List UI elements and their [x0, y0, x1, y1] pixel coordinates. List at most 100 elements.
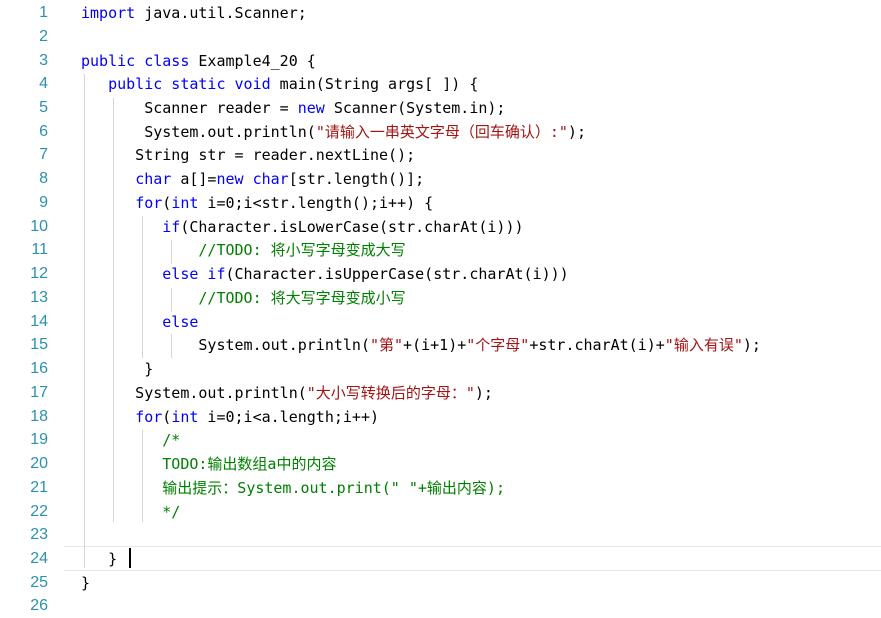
- line-number: 7: [39, 146, 48, 163]
- code-line[interactable]: 10 if(Character.isLowerCase(str.charAt(i…: [0, 215, 881, 239]
- code-text: String str = reader.nextLine();: [81, 143, 415, 167]
- code-line[interactable]: 2: [0, 25, 881, 49]
- code-token: System.out.println(: [81, 336, 370, 354]
- keyword-token: for: [135, 194, 163, 212]
- code-line[interactable]: 9 for(int i=0;i<str.length();i++) {: [0, 191, 881, 215]
- keyword-token: char: [252, 170, 289, 188]
- code-line[interactable]: 7 String str = reader.nextLine();: [0, 143, 881, 167]
- comment-token: //TODO: 将大写字母变成小写: [198, 289, 406, 307]
- line-number: 3: [39, 52, 48, 69]
- code-token: (: [162, 194, 172, 212]
- code-line[interactable]: 26: [0, 594, 881, 618]
- line-number: 24: [30, 550, 48, 567]
- code-text: if(Character.isLowerCase(str.charAt(i))): [81, 215, 524, 239]
- keyword-token: public class: [81, 52, 190, 70]
- code-line[interactable]: 23: [0, 523, 881, 547]
- text-cursor: [129, 548, 131, 568]
- code-line[interactable]: 20 TODO:输出数组a中的内容: [0, 452, 881, 476]
- line-number: 14: [30, 313, 48, 330]
- code-token: }: [81, 550, 127, 568]
- code-token: i=: [198, 408, 226, 426]
- code-token: )+: [448, 336, 467, 354]
- number-token: 0: [225, 408, 235, 426]
- number-token: 1: [439, 336, 449, 354]
- code-line[interactable]: 4 public static void main(String args[ ]…: [0, 72, 881, 96]
- string-token: "个字母": [466, 336, 530, 354]
- code-line[interactable]: 17 System.out.println("大小写转换后的字母：");: [0, 381, 881, 405]
- code-text: */: [81, 500, 180, 524]
- keyword-token: if: [162, 218, 181, 236]
- code-line[interactable]: 1 import java.util.Scanner;: [0, 1, 881, 25]
- line-number: 8: [39, 170, 48, 187]
- keyword-token: new: [297, 99, 325, 117]
- code-line[interactable]: 16 }: [0, 357, 881, 381]
- keyword-token: int: [171, 408, 199, 426]
- number-token: 0: [225, 194, 235, 212]
- code-text: //TODO: 将大写字母变成小写: [81, 286, 406, 310]
- code-text: import java.util.Scanner;: [81, 1, 307, 25]
- line-number: 16: [30, 360, 48, 377]
- keyword-token: char: [135, 170, 172, 188]
- code-text: char a[]=new char[str.length()];: [81, 167, 424, 191]
- code-text: }: [81, 547, 126, 571]
- code-token: [str.length()];: [288, 170, 425, 188]
- code-line[interactable]: 11 //TODO: 将小写字母变成大写: [0, 238, 881, 262]
- code-text: 输出提示：System.out.print(" "+输出内容);: [81, 476, 505, 500]
- code-line[interactable]: 6 System.out.println("请输入一串英文字母（回车确认）:")…: [0, 120, 881, 144]
- code-token: }: [81, 360, 154, 378]
- code-line[interactable]: 18 for(int i=0;i<a.length;i++): [0, 405, 881, 429]
- code-token: );: [474, 384, 493, 402]
- code-text: TODO:输出数组a中的内容: [81, 452, 336, 476]
- code-line[interactable]: 5 Scanner reader = new Scanner(System.in…: [0, 96, 881, 120]
- code-editor[interactable]: 1 import java.util.Scanner; 2 3 public class…: [0, 0, 881, 614]
- code-text: }: [81, 357, 153, 381]
- code-line[interactable]: 13 //TODO: 将大写字母变成小写: [0, 286, 881, 310]
- keyword-token: else: [162, 313, 199, 331]
- code-text: else: [81, 310, 198, 334]
- code-token: (Character.isLowerCase(str.charAt(i))): [180, 218, 524, 236]
- comment-token: //TODO: 将小写字母变成大写: [198, 241, 406, 259]
- code-line[interactable]: 3 public class Example4_20 {: [0, 49, 881, 73]
- comment-token: /*: [162, 431, 181, 449]
- line-number: 23: [30, 526, 48, 543]
- line-number: 20: [30, 455, 48, 472]
- line-number: 25: [30, 574, 48, 591]
- comment-token: */: [162, 503, 181, 521]
- code-line[interactable]: 21 输出提示：System.out.print(" "+输出内容);: [0, 476, 881, 500]
- code-line[interactable]: 25}: [0, 571, 881, 595]
- code-token: java.util.Scanner;: [135, 4, 307, 22]
- line-number: 13: [30, 289, 48, 306]
- code-line[interactable]: 22 */: [0, 500, 881, 524]
- code-line[interactable]: 15 System.out.println("第"+(i+1)+"个字母"+st…: [0, 333, 881, 357]
- code-line[interactable]: 12 else if(Character.isUpperCase(str.cha…: [0, 262, 881, 286]
- code-token: ;i<a.length;i++): [234, 408, 380, 426]
- code-token: String str = reader.nextLine();: [81, 146, 416, 164]
- code-line[interactable]: 24 }: [0, 547, 881, 571]
- line-number: 5: [39, 99, 48, 116]
- keyword-token: import: [81, 4, 136, 22]
- keyword-token: new: [216, 170, 244, 188]
- code-token: (Character.isUpperCase(str.charAt(i))): [225, 265, 569, 283]
- comment-token: 输出提示：System.out.print(" "+输出内容);: [162, 479, 505, 497]
- code-text: public static void main(String args[ ]) …: [81, 72, 478, 96]
- line-number: 9: [39, 194, 48, 211]
- code-text: Scanner reader = new Scanner(System.in);: [81, 96, 505, 120]
- code-token: Example4_20 {: [189, 52, 316, 70]
- line-number: 2: [39, 28, 48, 45]
- code-line[interactable]: 8 char a[]=new char[str.length()];: [0, 167, 881, 191]
- code-token: );: [567, 123, 586, 141]
- string-token: "请输入一串英文字母（回车确认）:": [315, 123, 568, 141]
- comment-token: TODO:输出数组a中的内容: [162, 455, 337, 473]
- code-line[interactable]: 19 /*: [0, 428, 881, 452]
- keyword-token: public static void: [108, 75, 271, 93]
- code-token: System.out.println(: [81, 123, 316, 141]
- code-line[interactable]: 14 else: [0, 310, 881, 334]
